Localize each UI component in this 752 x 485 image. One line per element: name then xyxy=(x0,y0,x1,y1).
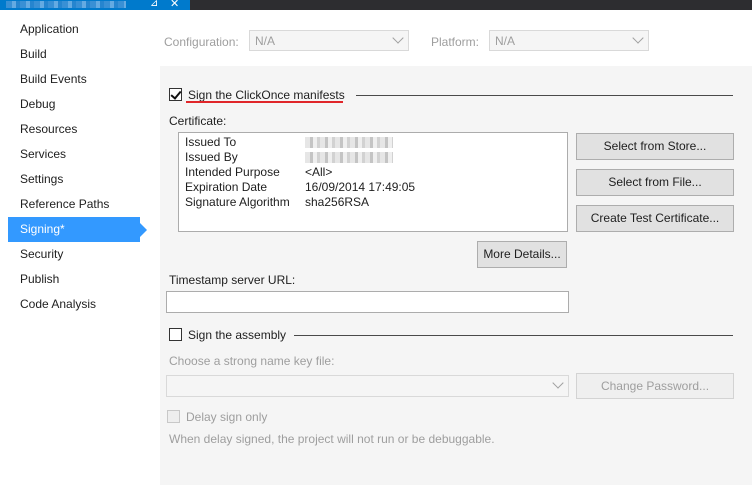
sidebar-item-signing[interactable]: Signing* xyxy=(8,217,147,242)
configuration-label: Configuration: xyxy=(164,35,239,49)
platform-label: Platform: xyxy=(431,35,480,49)
close-icon[interactable]: ✕ xyxy=(170,0,179,10)
redacted-value xyxy=(305,152,393,163)
sidebar-item-build-events[interactable]: Build Events xyxy=(8,67,140,92)
sidebar-item-security[interactable]: Security xyxy=(8,242,140,267)
more-details-button[interactable]: More Details... xyxy=(477,241,567,268)
platform-value: N/A xyxy=(495,34,516,48)
redacted-value xyxy=(305,137,393,148)
cert-key: Signature Algorithm xyxy=(185,195,290,209)
sign-assembly-checkbox[interactable] xyxy=(169,328,182,341)
sidebar-item-application[interactable]: Application xyxy=(8,17,140,42)
highlight-underline xyxy=(186,101,343,103)
document-tab-title-redacted xyxy=(6,1,126,8)
sign-assembly-label[interactable]: Sign the assembly xyxy=(188,328,286,342)
sidebar-item-services[interactable]: Services xyxy=(8,142,140,167)
cert-key: Issued To xyxy=(185,135,237,149)
project-properties-sidebar: Application Build Build Events Debug Res… xyxy=(0,10,150,485)
sidebar-item-debug[interactable]: Debug xyxy=(8,92,140,117)
group-separator xyxy=(294,335,733,336)
timestamp-url-input[interactable] xyxy=(166,291,569,313)
pin-icon[interactable]: ⊿ xyxy=(150,0,158,10)
create-test-certificate-button[interactable]: Create Test Certificate... xyxy=(576,205,734,232)
cert-value: 16/09/2014 17:49:05 xyxy=(305,180,416,194)
chevron-down-icon xyxy=(392,32,404,44)
sidebar-item-reference-paths[interactable]: Reference Paths xyxy=(8,192,140,217)
certificate-label: Certificate: xyxy=(169,114,227,128)
cert-value: <All> xyxy=(305,165,333,179)
sign-manifests-checkbox[interactable] xyxy=(169,88,182,101)
sidebar-item-build[interactable]: Build xyxy=(8,42,140,67)
configuration-value: N/A xyxy=(255,34,276,48)
sidebar-item-resources[interactable]: Resources xyxy=(8,117,140,142)
timestamp-label: Timestamp server URL: xyxy=(169,273,296,287)
sidebar-item-publish[interactable]: Publish xyxy=(8,267,140,292)
platform-select: N/A xyxy=(489,30,649,51)
sign-manifests-label[interactable]: Sign the ClickOnce manifests xyxy=(188,88,345,102)
cert-key: Expiration Date xyxy=(185,180,268,194)
cert-key: Issued By xyxy=(185,150,238,164)
document-tab[interactable]: ⊿ ✕ xyxy=(0,0,190,10)
delay-sign-label: Delay sign only xyxy=(186,410,268,424)
group-separator xyxy=(356,95,733,96)
change-password-button: Change Password... xyxy=(576,373,734,399)
delay-sign-checkbox xyxy=(167,410,180,423)
cert-key: Intended Purpose xyxy=(185,165,280,179)
certificate-details: Issued To Issued By Intended Purpose <Al… xyxy=(178,132,568,232)
strong-name-key-select xyxy=(166,375,569,397)
select-from-file-button[interactable]: Select from File... xyxy=(576,169,734,196)
delay-sign-note: When delay signed, the project will not … xyxy=(169,432,495,446)
configuration-select: N/A xyxy=(249,30,409,51)
sidebar-item-code-analysis[interactable]: Code Analysis xyxy=(8,292,140,317)
chevron-down-icon xyxy=(632,32,644,44)
strong-name-label: Choose a strong name key file: xyxy=(169,354,335,368)
chevron-down-icon xyxy=(552,377,564,389)
sidebar-item-settings[interactable]: Settings xyxy=(8,167,140,192)
select-from-store-button[interactable]: Select from Store... xyxy=(576,133,734,160)
cert-value: sha256RSA xyxy=(305,195,370,209)
